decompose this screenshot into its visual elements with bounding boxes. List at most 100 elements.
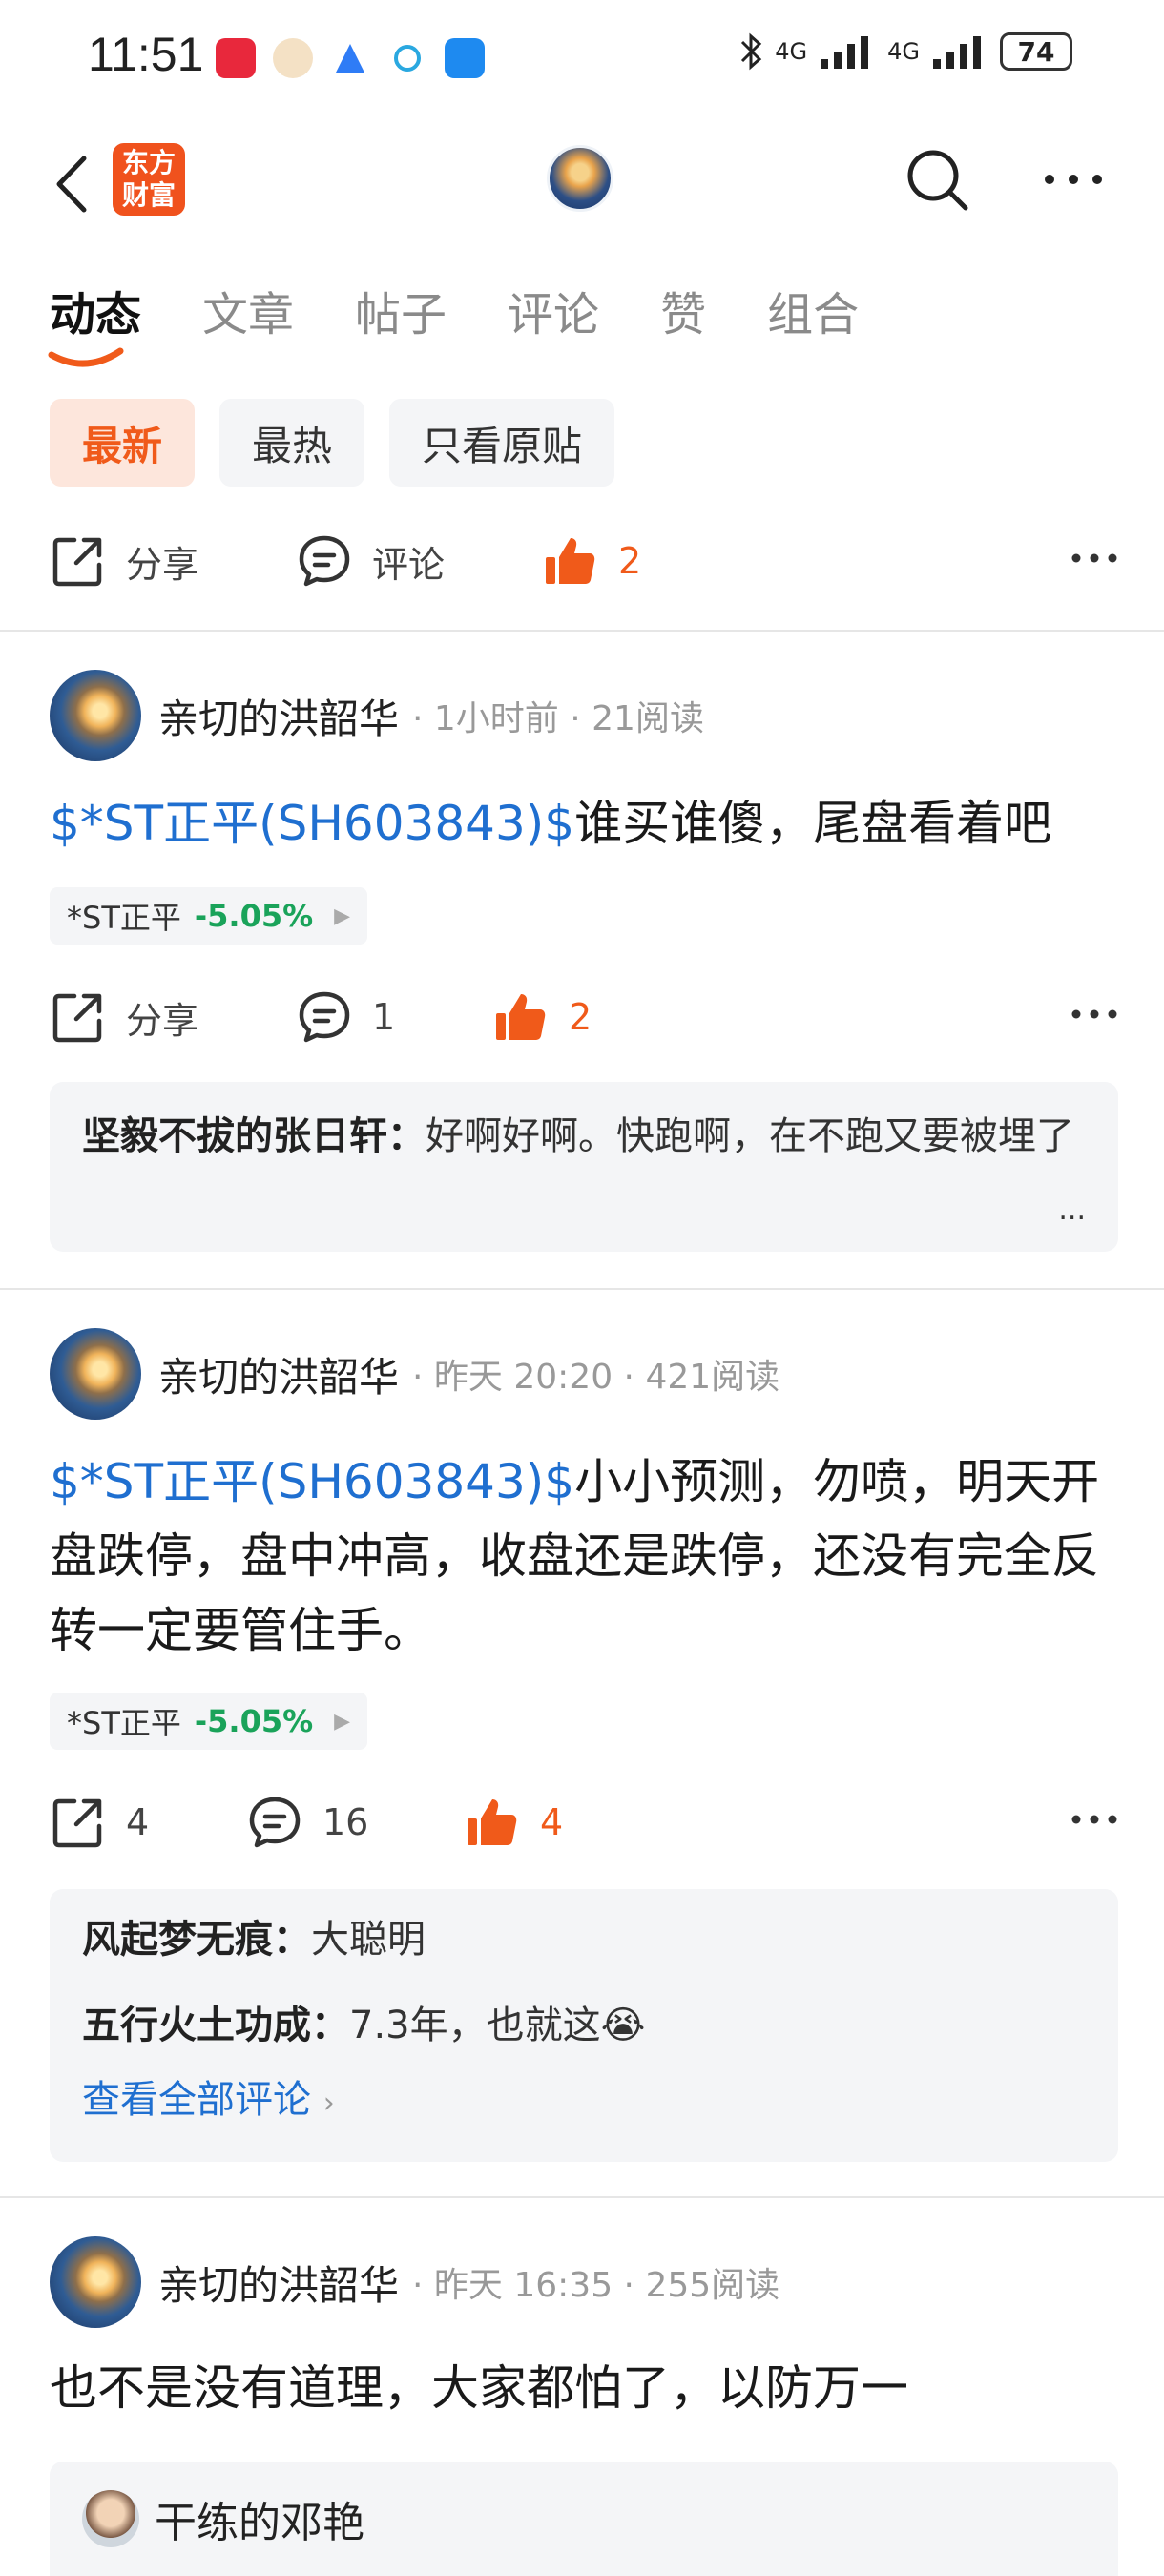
divider: [0, 2196, 1164, 2198]
thumbs-up-icon: [468, 1799, 517, 1845]
quoted-user-name[interactable]: 干练的邓艳: [155, 2488, 364, 2549]
post-time: 昨天 20:20: [433, 1358, 613, 1397]
divider: [0, 630, 1164, 632]
view-all-comments-link[interactable]: 查看全部评论 ›: [82, 2068, 1086, 2124]
search-icon[interactable]: [903, 145, 971, 214]
logo-line-2: 财富: [121, 179, 176, 211]
share-label: 分享: [126, 543, 199, 586]
post-meta: · 1小时前 · 21阅读: [412, 699, 704, 738]
share-icon: [52, 1798, 102, 1848]
stock-tag-name: *ST正平: [67, 1705, 181, 1741]
like-button[interactable]: 4: [464, 1794, 563, 1851]
eastmoney-logo: 东方 财富: [113, 143, 185, 216]
avatar[interactable]: [50, 2236, 141, 2328]
nav-header: 东方 财富: [0, 134, 1164, 229]
thumbs-up-icon: [496, 994, 546, 1040]
avatar[interactable]: [82, 2490, 139, 2547]
post-reads: 255阅读: [645, 2266, 780, 2305]
view-all-label: 查看全部评论: [82, 2078, 311, 2122]
post-header: 亲切的洪韶华 · 昨天 16:35 · 255阅读: [50, 2236, 779, 2328]
more-options-icon[interactable]: [1042, 170, 1105, 189]
share-icon: [52, 537, 102, 587]
tab-comments[interactable]: 评论: [508, 277, 599, 343]
comment-button[interactable]: 16: [246, 1794, 464, 1851]
back-arrow-icon[interactable]: [48, 151, 95, 218]
divider: [0, 1288, 1164, 1290]
signal-icon-2: [933, 36, 981, 69]
status-time: 11:51: [88, 28, 204, 81]
tab-likes[interactable]: 赞: [660, 277, 706, 343]
filter-hottest[interactable]: 最热: [219, 399, 365, 487]
avatar[interactable]: [50, 670, 141, 761]
post-content[interactable]: 也不是没有道理，大家都怕了，以防万一: [50, 2351, 1118, 2425]
stock-tag[interactable]: *ST正平 -5.05% ▶: [50, 1693, 368, 1750]
message-app-icon: [445, 38, 485, 78]
tab-portfolio[interactable]: 组合: [767, 277, 859, 343]
share-button[interactable]: 分享: [50, 532, 296, 590]
like-count: 2: [569, 996, 592, 1038]
comment-user[interactable]: 风起梦无痕: [82, 1918, 273, 1962]
like-count: 2: [618, 540, 642, 582]
like-button[interactable]: 2: [492, 988, 592, 1046]
comment-icon: [299, 991, 350, 1043]
tab-posts[interactable]: 帖子: [355, 277, 447, 343]
arrow-right-icon: ▶: [334, 904, 351, 928]
more-icon[interactable]: [1070, 551, 1118, 565]
share-label: 分享: [126, 999, 199, 1042]
stock-tag[interactable]: *ST正平 -5.05% ▶: [50, 887, 368, 945]
chevron-right-icon: ›: [322, 2087, 335, 2120]
post-header: 亲切的洪韶华 · 昨天 20:20 · 421阅读: [50, 1328, 779, 1420]
comment-button[interactable]: 评论: [296, 532, 542, 590]
logo-line-1: 东方: [121, 147, 176, 178]
stock-link[interactable]: $*ST正平(SH603843)$: [50, 796, 574, 851]
comment-text: 大聪明: [311, 1918, 426, 1962]
avatar[interactable]: [50, 1328, 141, 1420]
comment-item: 五行火土功成：7.3年，也就这😭: [82, 2004, 646, 2047]
comment-count: 16: [322, 1801, 369, 1843]
battery-icon: 74: [1000, 32, 1072, 71]
post-meta: · 昨天 20:20 · 421阅读: [412, 1358, 780, 1397]
author-name[interactable]: 亲切的洪韶华: [158, 687, 399, 745]
share-button[interactable]: 分享: [50, 988, 296, 1046]
comment-user[interactable]: 五行火土功成: [82, 2004, 311, 2047]
like-button[interactable]: 2: [542, 532, 641, 590]
post-content[interactable]: $*ST正平(SH603843)$谁买谁傻，尾盘看着吧: [50, 786, 1118, 861]
network-label-2: 4G: [887, 38, 920, 65]
more-icon[interactable]: [1070, 1008, 1118, 1021]
post-header: 亲切的洪韶华 · 1小时前 · 21阅读: [50, 670, 704, 761]
share-button[interactable]: 4: [50, 1794, 246, 1851]
comment-icon: [249, 1797, 301, 1848]
like-count: 4: [540, 1801, 564, 1843]
status-bar: 11:51 4G 4G 74: [0, 0, 1164, 114]
system-icons: 4G 4G 74: [738, 32, 1072, 71]
author-name[interactable]: 亲切的洪韶华: [158, 1345, 399, 1403]
tab-articles[interactable]: 文章: [202, 277, 294, 343]
comment-text: 好啊好啊。快跑啊，在不跑又要被埋了: [426, 1114, 1074, 1158]
author-name[interactable]: 亲切的洪韶华: [158, 2254, 399, 2312]
quoted-post[interactable]: 干练的邓艳: [50, 2462, 1118, 2576]
comment-icon: [299, 535, 350, 587]
bluetooth-icon: [741, 32, 762, 71]
comment-button[interactable]: 1: [296, 988, 492, 1046]
comments-preview[interactable]: 坚毅不拔的张日轩：好啊好啊。快跑啊，在不跑又要被埋了 ...: [50, 1082, 1118, 1252]
post-reads: 21阅读: [592, 699, 704, 738]
comment-item: 坚毅不拔的张日轩：好啊好啊。快跑啊，在不跑又要被埋了: [82, 1114, 1074, 1158]
comment-user[interactable]: 坚毅不拔的张日轩: [82, 1114, 387, 1158]
triangle-app-icon: [330, 38, 370, 78]
filter-latest[interactable]: 最新: [50, 399, 196, 487]
filter-original-only[interactable]: 只看原贴: [389, 399, 615, 487]
more-ellipsis[interactable]: ...: [1058, 1194, 1086, 1227]
post-content[interactable]: $*ST正平(SH603843)$小小预测，勿喷，明天开盘跌停，盘中冲高，收盘还…: [50, 1444, 1118, 1668]
profile-avatar[interactable]: [547, 145, 613, 212]
post-text: 谁买谁傻，尾盘看着吧: [574, 796, 1052, 851]
arrow-right-icon: ▶: [334, 1709, 351, 1734]
huawei-app-icon: [216, 38, 256, 78]
post-time: 昨天 16:35: [433, 2266, 613, 2305]
comments-preview[interactable]: 风起梦无痕：大聪明 五行火土功成：7.3年，也就这😭 查看全部评论 ›: [50, 1889, 1118, 2162]
notification-icons: [216, 38, 485, 78]
thumbs-up-icon: [546, 538, 595, 584]
stock-link[interactable]: $*ST正平(SH603843)$: [50, 1454, 574, 1509]
tab-dynamics[interactable]: 动态: [50, 277, 141, 343]
comment-item: 风起梦无痕：大聪明: [82, 1918, 426, 1962]
more-icon[interactable]: [1070, 1813, 1118, 1826]
